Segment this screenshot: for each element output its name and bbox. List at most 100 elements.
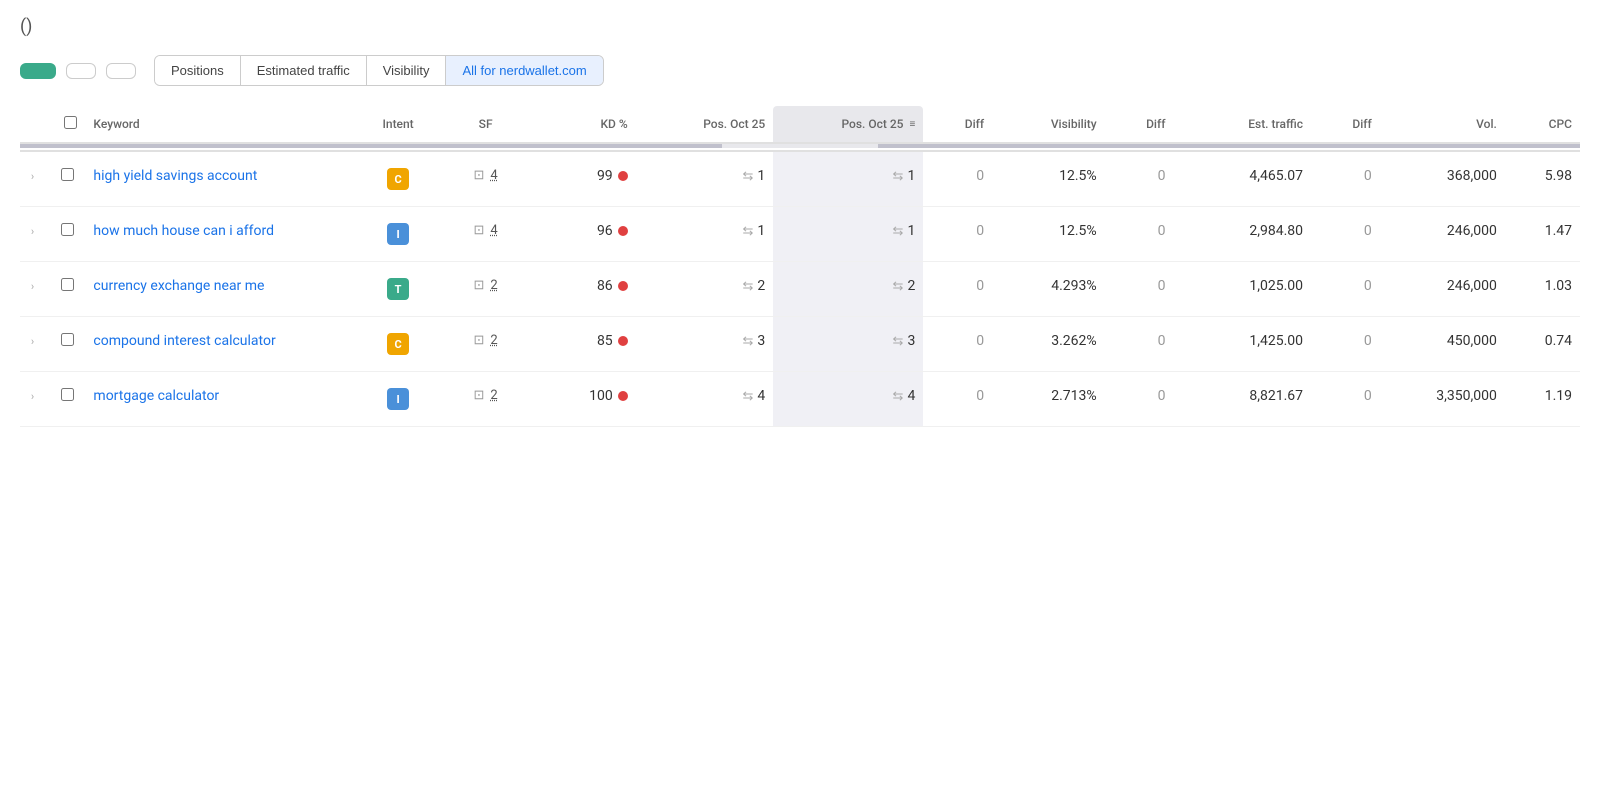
- col-header-keyword: Keyword: [85, 106, 360, 143]
- diff-pos-cell: 0: [923, 372, 992, 427]
- row-checkbox-cell: [49, 262, 85, 317]
- kd-difficulty-dot: [618, 171, 628, 181]
- kd-cell: 100: [536, 372, 636, 427]
- view-tabs: Positions Estimated traffic Visibility A…: [154, 55, 604, 86]
- row-checkbox[interactable]: [61, 278, 74, 291]
- pos2-link-icon: ⇆: [893, 334, 904, 349]
- sf-cell: ⊡ 4: [436, 207, 536, 262]
- vol-cell: 450,000: [1380, 317, 1505, 372]
- diff-vis-cell: 0: [1105, 151, 1174, 207]
- kd-cell: 99: [536, 151, 636, 207]
- select-all-checkbox[interactable]: [64, 116, 77, 129]
- keyword-link[interactable]: high yield savings account: [93, 168, 257, 184]
- pos2-link-icon: ⇆: [893, 279, 904, 294]
- intent-badge: I: [387, 388, 409, 410]
- row-checkbox[interactable]: [61, 388, 74, 401]
- keyword-cell: compound interest calculator: [85, 317, 360, 372]
- pos2-value: 3: [907, 333, 915, 349]
- keyword-link[interactable]: mortgage calculator: [93, 388, 219, 404]
- est-traffic-cell: 8,821.67: [1173, 372, 1311, 427]
- pos1-cell: ⇆ 1: [636, 151, 774, 207]
- sf-cell: ⊡ 2: [436, 317, 536, 372]
- pos2-value: 4: [907, 388, 915, 404]
- kd-difficulty-dot: [618, 391, 628, 401]
- keyword-link[interactable]: how much house can i afford: [93, 223, 274, 239]
- keyword-link[interactable]: currency exchange near me: [93, 278, 264, 294]
- intent-badge: T: [387, 278, 409, 300]
- sf-cell: ⊡ 2: [436, 262, 536, 317]
- diff-traffic-cell: 0: [1311, 372, 1380, 427]
- vol-cell: 246,000: [1380, 262, 1505, 317]
- scroll-row: [20, 143, 1580, 151]
- sf-cell: ⊡ 4: [436, 151, 536, 207]
- pos2-link-icon: ⇆: [893, 389, 904, 404]
- row-expand[interactable]: ›: [20, 207, 49, 262]
- diff-vis-cell: 0: [1105, 317, 1174, 372]
- row-checkbox-cell: [49, 372, 85, 427]
- kd-cell: 86: [536, 262, 636, 317]
- diff-traffic-cell: 0: [1311, 317, 1380, 372]
- row-checkbox-cell: [49, 207, 85, 262]
- tab-estimated-traffic[interactable]: Estimated traffic: [241, 56, 367, 85]
- row-checkbox[interactable]: [61, 168, 74, 181]
- pos2-link-icon: ⇆: [893, 169, 904, 184]
- kd-difficulty-dot: [618, 336, 628, 346]
- visibility-cell: 12.5%: [992, 151, 1105, 207]
- table-row: › mortgage calculator I ⊡ 2 100 ⇆ 4: [20, 372, 1580, 427]
- sf-number: 4: [490, 223, 497, 238]
- visibility-cell: 3.262%: [992, 317, 1105, 372]
- diff-vis-cell: 0: [1105, 207, 1174, 262]
- kd-difficulty-dot: [618, 281, 628, 291]
- intent-badge: I: [387, 223, 409, 245]
- row-expand[interactable]: ›: [20, 151, 49, 207]
- add-keywords-button[interactable]: [66, 63, 96, 79]
- pos1-cell: ⇆ 1: [636, 207, 774, 262]
- pos2-link-icon: ⇆: [893, 224, 904, 239]
- pos2-cell: ⇆ 3: [773, 317, 923, 372]
- intent-cell: C: [361, 317, 436, 372]
- pos2-cell: ⇆ 1: [773, 151, 923, 207]
- cpc-cell: 1.19: [1505, 372, 1580, 427]
- table-body: › high yield savings account C ⊡ 4 99 ⇆: [20, 151, 1580, 427]
- vol-cell: 246,000: [1380, 207, 1505, 262]
- table-row: › currency exchange near me T ⊡ 2 86 ⇆: [20, 262, 1580, 317]
- table-header-row: Keyword Intent SF KD % Pos. Oct 25 Pos. …: [20, 106, 1580, 143]
- keyword-cell: currency exchange near me: [85, 262, 360, 317]
- actions-button[interactable]: [106, 63, 136, 79]
- tab-visibility[interactable]: Visibility: [367, 56, 447, 85]
- row-expand[interactable]: ›: [20, 372, 49, 427]
- pos1-link-icon: ⇆: [742, 169, 753, 184]
- buy-keywords-button[interactable]: [20, 63, 56, 79]
- col-header-kd: KD %: [536, 106, 636, 143]
- expand-header: [20, 106, 49, 143]
- est-traffic-cell: 1,025.00: [1173, 262, 1311, 317]
- sf-camera-icon: ⊡: [474, 223, 485, 238]
- kd-value: 99: [597, 168, 613, 184]
- vol-cell: 3,350,000: [1380, 372, 1505, 427]
- est-traffic-cell: 1,425.00: [1173, 317, 1311, 372]
- intent-cell: T: [361, 262, 436, 317]
- diff-traffic-cell: 0: [1311, 262, 1380, 317]
- row-checkbox[interactable]: [61, 333, 74, 346]
- vol-cell: 368,000: [1380, 151, 1505, 207]
- pos1-cell: ⇆ 4: [636, 372, 774, 427]
- diff-pos-cell: 0: [923, 262, 992, 317]
- row-checkbox[interactable]: [61, 223, 74, 236]
- keyword-link[interactable]: compound interest calculator: [93, 333, 275, 349]
- sf-number: 2: [490, 333, 497, 348]
- tab-positions[interactable]: Positions: [155, 56, 241, 85]
- diff-traffic-cell: 0: [1311, 207, 1380, 262]
- tab-all[interactable]: All for nerdwallet.com: [446, 56, 602, 85]
- pos1-link-icon: ⇆: [742, 389, 753, 404]
- row-expand[interactable]: ›: [20, 262, 49, 317]
- sort-icon[interactable]: ≡: [909, 119, 915, 130]
- col-header-diff-pos: Diff: [923, 106, 992, 143]
- kd-difficulty-dot: [618, 226, 628, 236]
- sf-camera-icon: ⊡: [474, 388, 485, 403]
- pos1-value: 4: [757, 388, 765, 404]
- col-header-sf: SF: [436, 106, 536, 143]
- kd-value: 100: [589, 388, 613, 404]
- pos2-value: 1: [907, 223, 915, 239]
- row-expand[interactable]: ›: [20, 317, 49, 372]
- col-header-pos2[interactable]: Pos. Oct 25 ≡: [773, 106, 923, 143]
